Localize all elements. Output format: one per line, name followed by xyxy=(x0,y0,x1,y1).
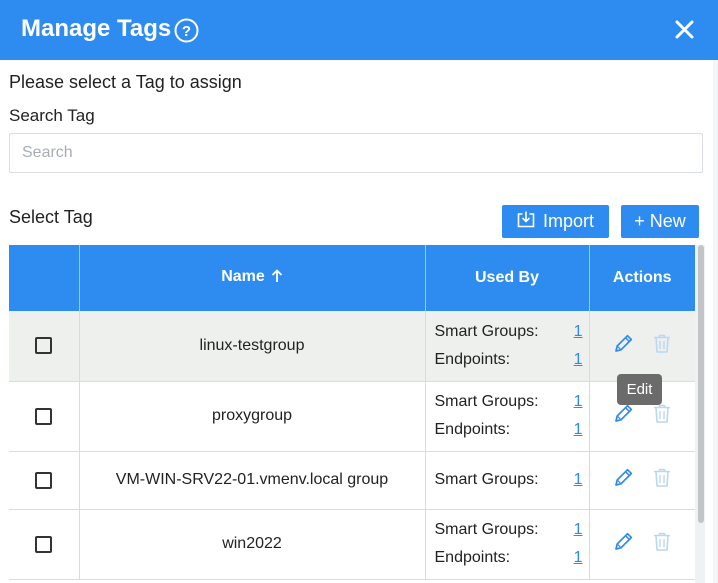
table-row[interactable]: proxygroup Smart Groups: 1 Endpoints: 1 xyxy=(9,381,695,452)
help-icon[interactable]: ? xyxy=(174,18,199,48)
import-button-label: Import xyxy=(542,211,594,231)
table-row[interactable]: linux-testgroup Smart Groups: 1 Endpoints: 1 xyxy=(9,311,695,382)
table-row[interactable]: VM-WIN-SRV22-01.vmenv.local group Smart G… xyxy=(9,451,695,510)
usage-count-link[interactable]: 1 xyxy=(574,521,583,539)
used-by-cell: Smart Groups: 1 Endpoints: 1 xyxy=(425,381,590,452)
search-label: Search Tag xyxy=(9,106,95,125)
trash-icon[interactable] xyxy=(652,403,672,429)
name-column-label: Name xyxy=(221,268,265,285)
background-strip xyxy=(713,60,718,583)
table-header-row: Name Used By Actions xyxy=(9,245,695,311)
usage-line: Endpoints: 1 xyxy=(435,346,583,374)
dialog-header: Manage Tags ? xyxy=(0,0,718,60)
checkbox-cell xyxy=(9,509,80,580)
usage-line: Endpoints: 1 xyxy=(435,416,583,444)
usage-count-link[interactable]: 1 xyxy=(574,549,583,567)
new-tag-button[interactable]: + New xyxy=(621,205,699,238)
trash-icon[interactable] xyxy=(652,467,672,493)
actions-cell xyxy=(589,311,695,382)
usage-line: Smart Groups: 1 xyxy=(435,466,583,494)
usage-line: Smart Groups: 1 xyxy=(435,516,583,544)
close-icon[interactable] xyxy=(674,19,695,45)
search-input[interactable] xyxy=(9,133,703,173)
pencil-icon[interactable] xyxy=(613,467,634,493)
edit-tooltip: Edit xyxy=(617,374,662,405)
used-by-column-header: Used By xyxy=(425,245,590,311)
used-by-cell: Smart Groups: 1 Endpoints: 1 xyxy=(425,509,590,580)
scrollbar-thumb[interactable] xyxy=(698,245,704,523)
table-row[interactable]: win2022 Smart Groups: 1 Endpoints: 1 xyxy=(9,509,695,580)
actions-cell xyxy=(589,451,695,510)
usage-count-link[interactable]: 1 xyxy=(574,421,583,439)
sort-arrow-up-icon xyxy=(271,269,283,288)
usage-count-link[interactable]: 1 xyxy=(574,393,583,411)
usage-label: Smart Groups: xyxy=(434,322,539,340)
actions-column-header: Actions xyxy=(589,245,695,311)
usage-line: Endpoints: 1 xyxy=(435,544,583,572)
checkbox-cell xyxy=(9,381,80,452)
tag-name: VM-WIN-SRV22-01.vmenv.local group xyxy=(79,451,426,510)
import-button[interactable]: Import xyxy=(502,205,609,238)
trash-icon[interactable] xyxy=(652,531,672,557)
usage-line: Smart Groups: 1 xyxy=(435,318,583,346)
checkbox-cell xyxy=(9,451,80,510)
usage-count-link[interactable]: 1 xyxy=(574,323,583,341)
usage-label: Endpoints: xyxy=(434,350,511,368)
select-tag-label: Select Tag xyxy=(9,207,93,227)
select-column-header xyxy=(9,245,80,311)
usage-label: Smart Groups: xyxy=(434,393,539,410)
trash-icon[interactable] xyxy=(652,333,672,359)
pencil-icon[interactable] xyxy=(613,333,634,359)
instruction-text: Please select a Tag to assign xyxy=(9,72,242,92)
row-checkbox[interactable] xyxy=(35,337,53,355)
tag-name: proxygroup xyxy=(79,381,426,452)
usage-label: Endpoints: xyxy=(434,549,511,566)
actions-cell xyxy=(589,509,695,580)
pencil-icon[interactable] xyxy=(613,403,634,429)
usage-line: Smart Groups: 1 xyxy=(435,388,583,416)
svg-text:?: ? xyxy=(182,23,191,40)
usage-label: Endpoints: xyxy=(434,421,511,438)
row-checkbox[interactable] xyxy=(35,471,53,489)
tag-name: win2022 xyxy=(79,509,426,580)
name-column-header[interactable]: Name xyxy=(79,245,426,311)
row-checkbox[interactable] xyxy=(35,535,53,553)
tag-name: linux-testgroup xyxy=(79,311,426,382)
usage-label: Smart Groups: xyxy=(434,471,539,488)
pencil-icon[interactable] xyxy=(613,531,634,557)
tags-table: Name Used By Actions linux-testgroup Smar… xyxy=(9,245,695,580)
used-by-cell: Smart Groups: 1 xyxy=(425,451,590,510)
row-checkbox[interactable] xyxy=(35,407,53,425)
usage-label: Smart Groups: xyxy=(434,521,539,538)
usage-count-link[interactable]: 1 xyxy=(574,351,583,369)
import-icon xyxy=(517,211,535,233)
used-by-cell: Smart Groups: 1 Endpoints: 1 xyxy=(425,311,590,382)
checkbox-cell xyxy=(9,311,80,382)
usage-count-link[interactable]: 1 xyxy=(574,471,583,489)
dialog-title: Manage Tags xyxy=(21,15,172,42)
